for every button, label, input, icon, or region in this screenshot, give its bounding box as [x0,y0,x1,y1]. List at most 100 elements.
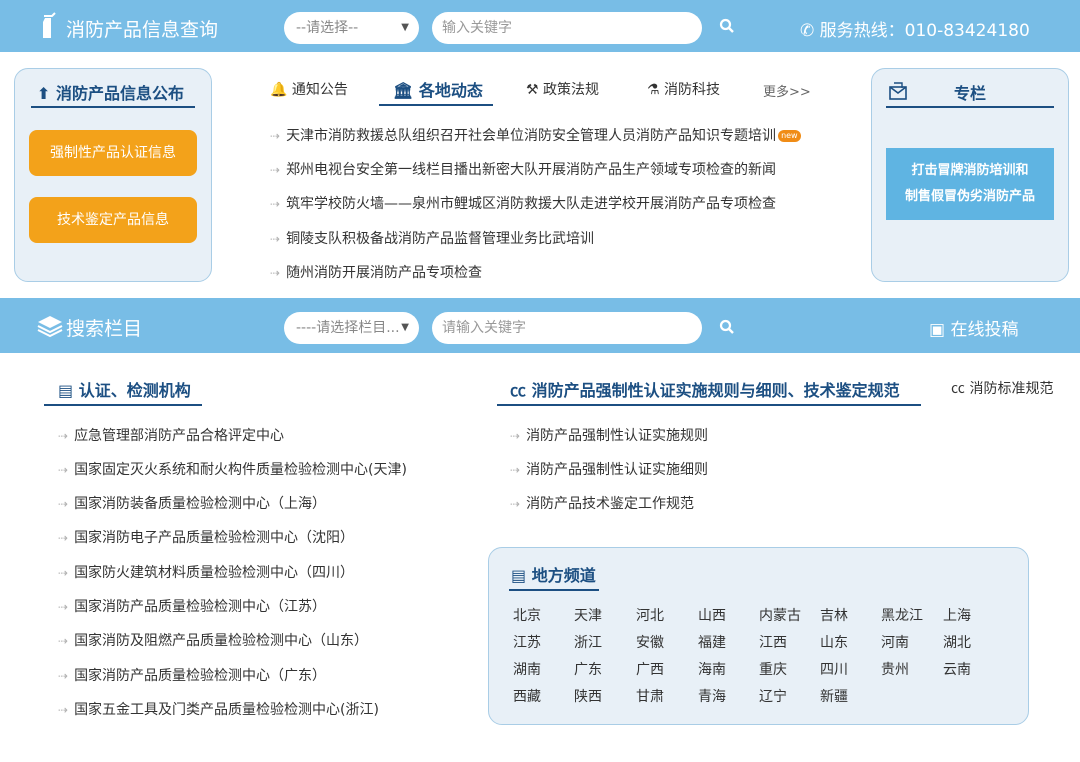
region-link[interactable]: 福建 [698,632,726,652]
org-item[interactable]: ⇢ 国家消防装备质量检验检测中心（上海） [58,493,326,513]
search-column-bar: 搜索栏目 ----请选择栏目... ▼ ▣ 在线投稿 [0,298,1080,353]
region-link[interactable]: 重庆 [759,659,787,679]
rule-item[interactable]: ⇢ 消防产品强制性认证实施细则 [510,459,708,479]
category-select[interactable]: --请选择-- ▼ [284,12,419,44]
column-select[interactable]: ----请选择栏目... ▼ [284,312,419,344]
tab-policies[interactable]: ⚒ 政策法规 [526,79,599,99]
region-link[interactable]: 黑龙江 [881,605,923,625]
chevron-down-icon: ▼ [401,22,409,33]
rule-item[interactable]: ⇢ 消防产品强制性认证实施规则 [510,425,708,445]
tab-notices-label: 通知公告 [291,82,348,98]
org-item-text: 国家固定灭火系统和耐火构件质量检验检测中心(天津) [74,462,407,478]
cc-icon: ㏄ [951,381,965,397]
news-item[interactable]: ⇢ 郑州电视台安全第一线栏目播出新密大队开展消防产品生产领域专项检查的新闻 [270,159,776,179]
site-title: 消防产品信息查询 [66,19,219,41]
arrow-icon: ⇢ [510,463,521,477]
gavel-icon: ⚒ [526,82,539,98]
search-icon[interactable] [719,18,735,38]
rule-item[interactable]: ⇢ 消防产品技术鉴定工作规范 [510,493,694,513]
region-link[interactable]: 山西 [698,605,726,625]
region-link[interactable]: 安徽 [636,632,664,652]
news-item[interactable]: ⇢ 随州消防开展消防产品专项检查 [270,262,482,282]
region-link[interactable]: 湖南 [513,659,541,679]
banner-line-1: 打击冒牌消防培训和 [911,163,1029,178]
org-item-text: 应急管理部消防产品合格评定中心 [74,428,285,444]
building-icon: 🏛 [393,81,414,100]
region-link[interactable]: 江苏 [513,632,541,652]
arrow-icon: ⇢ [58,669,69,683]
local-channels-title-text: 地方频道 [531,566,596,585]
org-item[interactable]: ⇢ 应急管理部消防产品合格评定中心 [58,425,284,445]
org-item-text: 国家五金工具及门类产品质量检验检测中心(浙江) [74,702,379,718]
product-info-panel: ⬆ 消防产品信息公布 强制性产品认证信息 技术鉴定产品信息 [14,68,212,282]
region-link[interactable]: 浙江 [574,632,602,652]
region-link[interactable]: 广东 [574,659,602,679]
rule-item-text: 消防产品强制性认证实施细则 [526,462,709,478]
layers-icon [36,314,64,342]
region-link[interactable]: 海南 [698,659,726,679]
panel-title-underline [886,106,1054,108]
anti-counterfeit-banner[interactable]: 打击冒牌消防培训和 制售假冒伪劣消防产品 [886,148,1054,220]
tab-local-news[interactable]: 🏛 各地动态 [393,77,483,101]
tab-policies-label: 政策法规 [543,82,600,98]
region-link[interactable]: 四川 [820,659,848,679]
hotline-text: 服务热线：010-83424180 [819,21,1030,41]
region-link[interactable]: 江西 [759,632,787,652]
region-link[interactable]: 吉林 [820,605,848,625]
region-link[interactable]: 陕西 [574,686,602,706]
org-item[interactable]: ⇢ 国家消防及阻燃产品质量检验检测中心（山东） [58,630,368,650]
chevron-down-icon: ▼ [401,322,409,333]
column-search-input[interactable] [432,312,702,344]
search-icon[interactable] [719,319,735,339]
tab-notices[interactable]: 🔔 通知公告 [270,79,348,99]
org-item[interactable]: ⇢ 国家消防产品质量检验检测中心（广东） [58,665,326,685]
org-item[interactable]: ⇢ 国家消防电子产品质量检验检测中心（沈阳） [58,527,354,547]
bell-icon: 🔔 [270,82,288,98]
ccc-info-button[interactable]: 强制性产品认证信息 [29,130,197,176]
arrow-icon: ⇢ [58,497,69,511]
org-item[interactable]: ⇢ 国家防火建筑材料质量检验检测中心（四川） [58,562,354,582]
news-item[interactable]: ⇢ 天津市消防救援总队组织召开社会单位消防安全管理人员消防产品知识专题培训 new [270,125,801,145]
region-link[interactable]: 湖北 [943,632,971,652]
org-item[interactable]: ⇢ 国家五金工具及门类产品质量检验检测中心(浙江) [58,699,379,719]
region-link[interactable]: 贵州 [881,659,909,679]
region-link[interactable]: 甘肃 [636,686,664,706]
region-link[interactable]: 上海 [943,605,971,625]
header-search-input[interactable] [432,12,702,44]
news-item[interactable]: ⇢ 铜陵支队积极备战消防产品监督管理业务比武培训 [270,228,594,248]
region-link[interactable]: 河北 [636,605,664,625]
region-link[interactable]: 内蒙古 [759,605,801,625]
top-header-bar: 消防产品信息查询 --请选择-- ▼ ✆ 服务热线：010-83424180 [0,0,1080,52]
arrow-icon: ⇢ [58,566,69,580]
fire-standards-link[interactable]: ㏄ 消防标准规范 [951,378,1053,398]
online-submit-link[interactable]: ▣ 在线投稿 [929,315,1018,340]
orgs-section-title: ▤ 认证、检测机构 [58,377,191,401]
region-link[interactable]: 天津 [574,605,602,625]
region-link[interactable]: 辽宁 [759,686,787,706]
more-link[interactable]: 更多>> [763,81,811,100]
local-channels-title: ▤ 地方频道 [511,562,596,586]
tab-technology[interactable]: ⚗ 消防科技 [647,79,720,99]
org-item[interactable]: ⇢ 国家消防产品质量检验检测中心（江苏） [58,596,326,616]
region-link[interactable]: 西藏 [513,686,541,706]
region-link[interactable]: 广西 [636,659,664,679]
online-submit-label: 在线投稿 [950,320,1019,340]
region-link[interactable]: 新疆 [820,686,848,706]
news-item[interactable]: ⇢ 筑牢学校防火墙——泉州市鲤城区消防救援大队走进学校开展消防产品专项检查 [270,193,776,213]
flask-icon: ⚗ [647,82,660,98]
news-item-text: 郑州电视台安全第一线栏目播出新密大队开展消防产品生产领域专项检查的新闻 [286,162,777,178]
region-link[interactable]: 青海 [698,686,726,706]
cc-icon: ㏄ [510,381,527,400]
pin-icon: ⬆ [37,84,51,103]
tech-appraisal-button[interactable]: 技术鉴定产品信息 [29,197,197,243]
region-link[interactable]: 河南 [881,632,909,652]
region-link[interactable]: 北京 [513,605,541,625]
phone-icon: ✆ [800,21,815,41]
org-item[interactable]: ⇢ 国家固定灭火系统和耐火构件质量检验检测中心(天津) [58,459,407,479]
news-item-text: 天津市消防救援总队组织召开社会单位消防安全管理人员消防产品知识专题培训 [286,128,777,144]
arrow-icon: ⇢ [58,703,69,717]
region-link[interactable]: 云南 [943,659,971,679]
region-link[interactable]: 山东 [820,632,848,652]
inbox-icon: ▣ [929,320,946,340]
local-channels-panel: ▤ 地方频道 北京 天津 河北 山西 内蒙古 吉林 黑龙江 上海 江苏 浙江 安徽 福建 江西 山东 河南湖… [488,547,1029,725]
